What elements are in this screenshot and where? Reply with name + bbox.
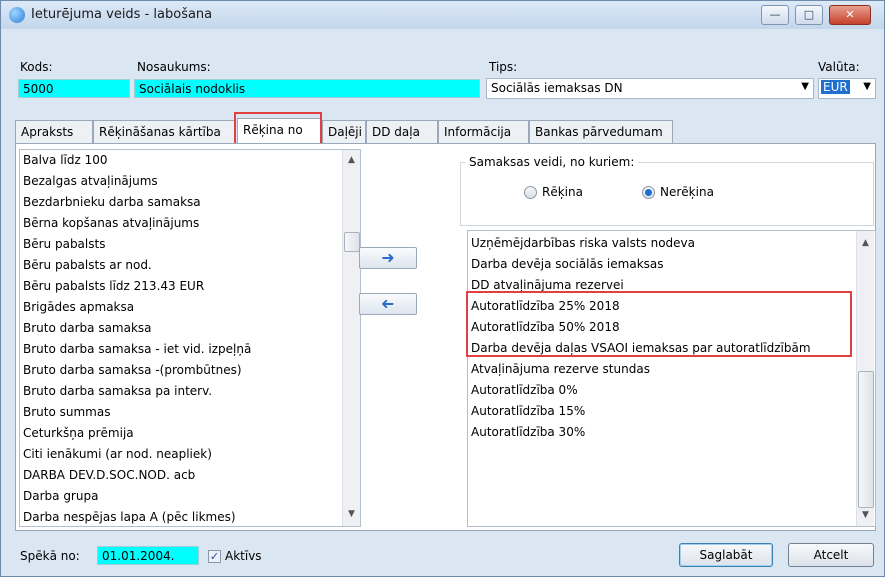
list-item[interactable]: Bēru pabalsts līdz 213.43 EUR <box>20 276 360 297</box>
arrow-right-icon: ➜ <box>381 248 395 267</box>
maximize-button[interactable]: □ <box>795 5 823 25</box>
tips-label: Tips: <box>489 60 518 74</box>
available-items: Balva līdz 100 Bezalgas atvaļinājums Bez… <box>20 150 360 526</box>
list-item[interactable]: Bezalgas atvaļinājums <box>20 171 360 192</box>
save-button[interactable]: Saglabāt <box>679 543 773 567</box>
scroll-up-icon[interactable]: ▲ <box>343 152 360 168</box>
list-item[interactable]: Bēru pabalsts ar nod. <box>20 255 360 276</box>
tips-select[interactable]: Sociālās iemaksas DN ▼ <box>486 78 814 99</box>
checkmark-icon: ✓ <box>209 550 220 563</box>
radio-nerekina[interactable] <box>642 186 655 199</box>
cancel-button[interactable]: Atcelt <box>788 543 874 567</box>
right-scrollbar[interactable]: ▲ ▼ <box>856 231 874 526</box>
list-item[interactable]: Darba devēja sociālās iemaksas <box>468 254 875 275</box>
valuta-select[interactable]: EUR ▼ <box>818 78 876 99</box>
list-item[interactable]: Bēru pabalsts <box>20 234 360 255</box>
chevron-down-icon: ▼ <box>863 81 871 92</box>
list-item[interactable]: Citi ienākumi (ar nod. neapliek) <box>20 444 360 465</box>
list-item[interactable]: Bruto darba samaksa pa interv. <box>20 381 360 402</box>
scroll-thumb[interactable] <box>344 232 360 252</box>
aktivs-label[interactable]: Aktīvs <box>225 549 262 563</box>
bottom-bar: Spēkā no: 01.01.2004. ✓ Aktīvs Saglabāt … <box>1 539 884 576</box>
add-to-list-button[interactable]: ➜ <box>359 247 417 269</box>
speka-date-field[interactable]: 01.01.2004. <box>97 546 199 565</box>
minimize-button[interactable]: — <box>761 5 789 25</box>
selected-list[interactable]: Uzņēmējdarbības riska valsts nodeva Darb… <box>467 230 876 527</box>
kods-label: Kods: <box>20 60 53 74</box>
radio-selected-dot <box>645 189 652 196</box>
nosaukums-field[interactable]: Sociālais nodoklis <box>134 79 480 98</box>
list-item[interactable]: Uzņēmējdarbības riska valsts nodeva <box>468 233 875 254</box>
arrow-left-icon: ➜ <box>381 294 395 313</box>
list-item[interactable]: Autoratlīdzība 0% <box>468 380 875 401</box>
chevron-down-icon: ▼ <box>801 81 809 92</box>
speka-label: Spēkā no: <box>20 549 80 563</box>
tab-bankas-parvedumam[interactable]: Bankas pārvedumam <box>529 120 673 143</box>
radio-rekina-label[interactable]: Rēķina <box>542 185 583 199</box>
close-icon: ✕ <box>845 8 855 21</box>
tab-dd-dala[interactable]: DD daļa <box>366 120 438 143</box>
maximize-icon: □ <box>803 8 815 21</box>
minimize-icon: — <box>769 8 781 21</box>
list-item[interactable]: Ceturkšņa prēmija <box>20 423 360 444</box>
list-item[interactable]: Autoratlīdzība 15% <box>468 401 875 422</box>
list-item[interactable]: Atvaļinājuma rezerve stundas <box>468 359 875 380</box>
list-item[interactable]: Balva līdz 100 <box>20 150 360 171</box>
available-list[interactable]: Balva līdz 100 Bezalgas atvaļinājums Bez… <box>19 149 361 527</box>
scroll-thumb[interactable] <box>858 371 874 508</box>
list-item[interactable]: Brigādes apmaksa <box>20 297 360 318</box>
list-item[interactable]: Bruto summas <box>20 402 360 423</box>
list-item[interactable]: Autoratlīdzība 30% <box>468 422 875 443</box>
payment-group-title: Samaksas veidi, no kuriem: <box>465 155 639 169</box>
list-item[interactable]: Bruto darba samaksa -(prombūtnes) <box>20 360 360 381</box>
list-item[interactable]: Darba nespējas lapa A (pēc likmes) <box>20 507 360 526</box>
valuta-label: Valūta: <box>818 60 860 74</box>
remove-from-list-button[interactable]: ➜ <box>359 293 417 315</box>
dialog-window: Ieturējuma veids - labošana — □ ✕ Kods: … <box>0 0 885 577</box>
radio-rekina[interactable] <box>524 186 537 199</box>
kods-field[interactable]: 5000 <box>18 79 130 98</box>
aktivs-checkbox[interactable]: ✓ <box>208 550 221 563</box>
scroll-down-icon[interactable]: ▼ <box>857 507 874 523</box>
scroll-down-icon[interactable]: ▼ <box>343 506 360 522</box>
tab-informacija[interactable]: Informācija <box>438 120 529 143</box>
app-icon <box>9 7 25 23</box>
items-highlight-box <box>466 291 852 357</box>
left-scrollbar[interactable]: ▲ ▼ <box>342 150 360 526</box>
tab-rekinasanas-kartiba[interactable]: Rēķināšanas kārtība <box>93 120 236 143</box>
nosaukums-label: Nosaukums: <box>137 60 211 74</box>
tab-highlight-box <box>234 112 322 145</box>
close-button[interactable]: ✕ <box>829 5 871 25</box>
tab-daleji[interactable]: Daļēji <box>322 120 366 143</box>
tips-select-value: Sociālās iemaksas DN <box>491 81 623 95</box>
list-item[interactable]: Darba grupa <box>20 486 360 507</box>
list-item[interactable]: Bezdarbnieku darba samaksa <box>20 192 360 213</box>
window-title: Ieturējuma veids - labošana <box>31 7 213 22</box>
scroll-up-icon[interactable]: ▲ <box>857 235 874 251</box>
list-item[interactable]: DARBA DEV.D.SOC.NOD. acb <box>20 465 360 486</box>
list-item[interactable]: Bērna kopšanas atvaļinājums <box>20 213 360 234</box>
list-item[interactable]: Bruto darba samaksa - iet vid. izpeļņā <box>20 339 360 360</box>
radio-nerekina-label[interactable]: Nerēķina <box>660 185 714 199</box>
list-item[interactable]: Bruto darba samaksa <box>20 318 360 339</box>
valuta-select-value: EUR <box>821 80 850 94</box>
title-bar[interactable]: Ieturējuma veids - labošana — □ ✕ <box>1 1 884 29</box>
tab-apraksts[interactable]: Apraksts <box>15 120 93 143</box>
